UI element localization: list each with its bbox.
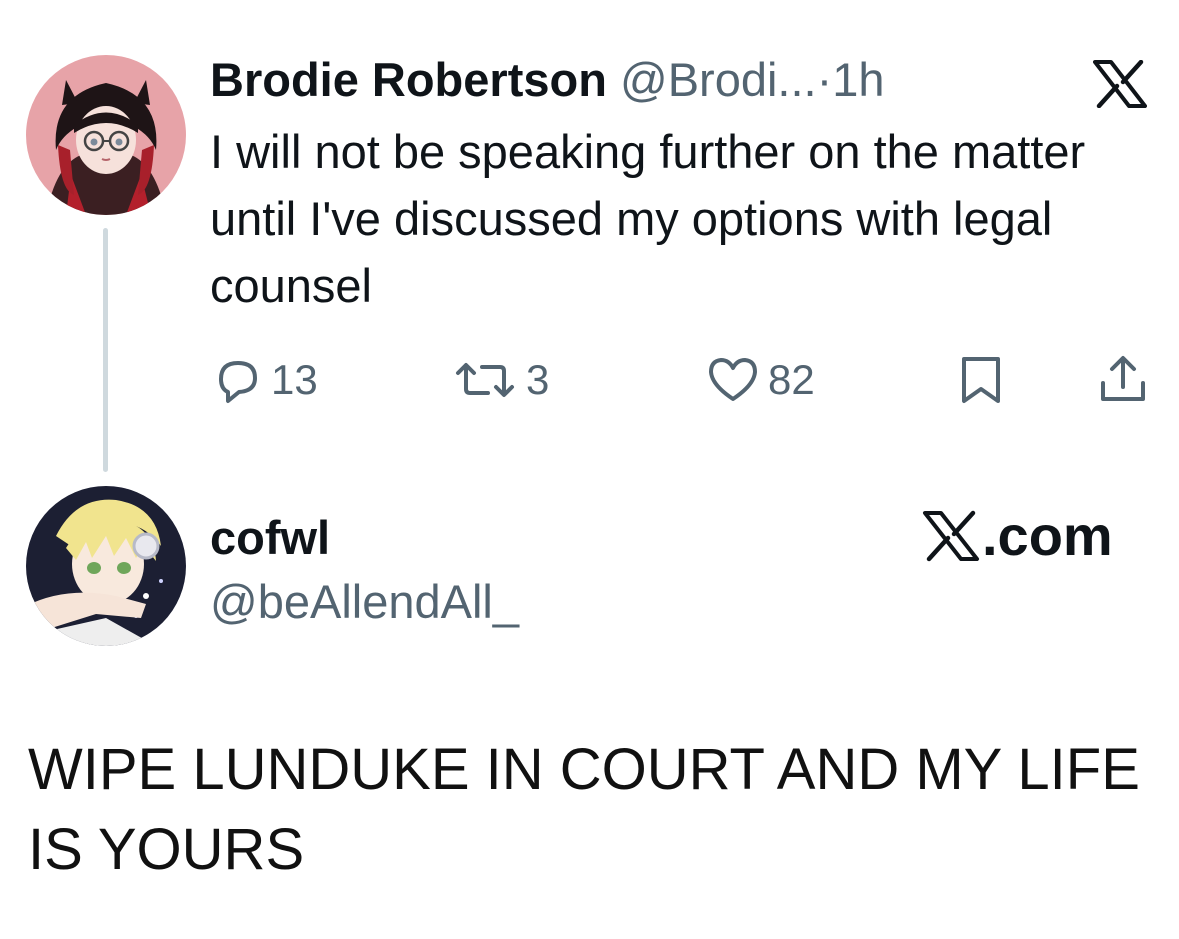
tweet-action-bar: 13 3 82 <box>0 352 1179 408</box>
tweet-text: I will not be speaking further on the ma… <box>210 125 1086 312</box>
reply-author-name[interactable]: cofwl <box>210 510 330 566</box>
x-com-source[interactable]: .com <box>922 505 1113 567</box>
reply-icon <box>219 361 257 403</box>
bookmark-button[interactable] <box>956 352 1006 408</box>
share-icon <box>1101 356 1145 401</box>
tweet-time[interactable]: 1h <box>832 53 884 106</box>
reply-count: 13 <box>271 356 318 403</box>
cofwl-avatar[interactable] <box>26 486 186 646</box>
anime-boy-avatar-icon <box>26 486 186 646</box>
bookmark-icon <box>962 357 1000 403</box>
reply-author-handle[interactable]: @beAllendAll_ <box>210 574 519 630</box>
tweet-header: Brodie Robertson @Brodi...·1h <box>210 52 885 108</box>
x-com-label: .com <box>982 504 1113 567</box>
like-button[interactable]: 82 <box>706 352 815 408</box>
brodie-avatar[interactable] <box>26 55 186 215</box>
share-button[interactable] <box>1097 352 1149 408</box>
x-logo-icon[interactable] <box>1093 59 1147 109</box>
header-separator: · <box>816 53 833 106</box>
author-handle[interactable]: @Brodi... <box>620 53 817 106</box>
author-name[interactable]: Brodie Robertson <box>210 53 607 106</box>
retweet-button[interactable]: 3 <box>454 352 549 408</box>
reply-caption-text: WIPE LUNDUKE IN COURT AND MY LIFE IS YOU… <box>28 737 1140 882</box>
retweet-icon <box>456 363 514 397</box>
like-count: 82 <box>768 356 815 403</box>
thread-connector-line <box>103 228 108 472</box>
heart-icon <box>709 358 757 401</box>
anime-girl-avatar-icon <box>26 55 186 215</box>
reply-button[interactable]: 13 <box>213 352 318 408</box>
retweet-count: 3 <box>526 356 550 403</box>
x-logo-icon <box>923 510 979 562</box>
